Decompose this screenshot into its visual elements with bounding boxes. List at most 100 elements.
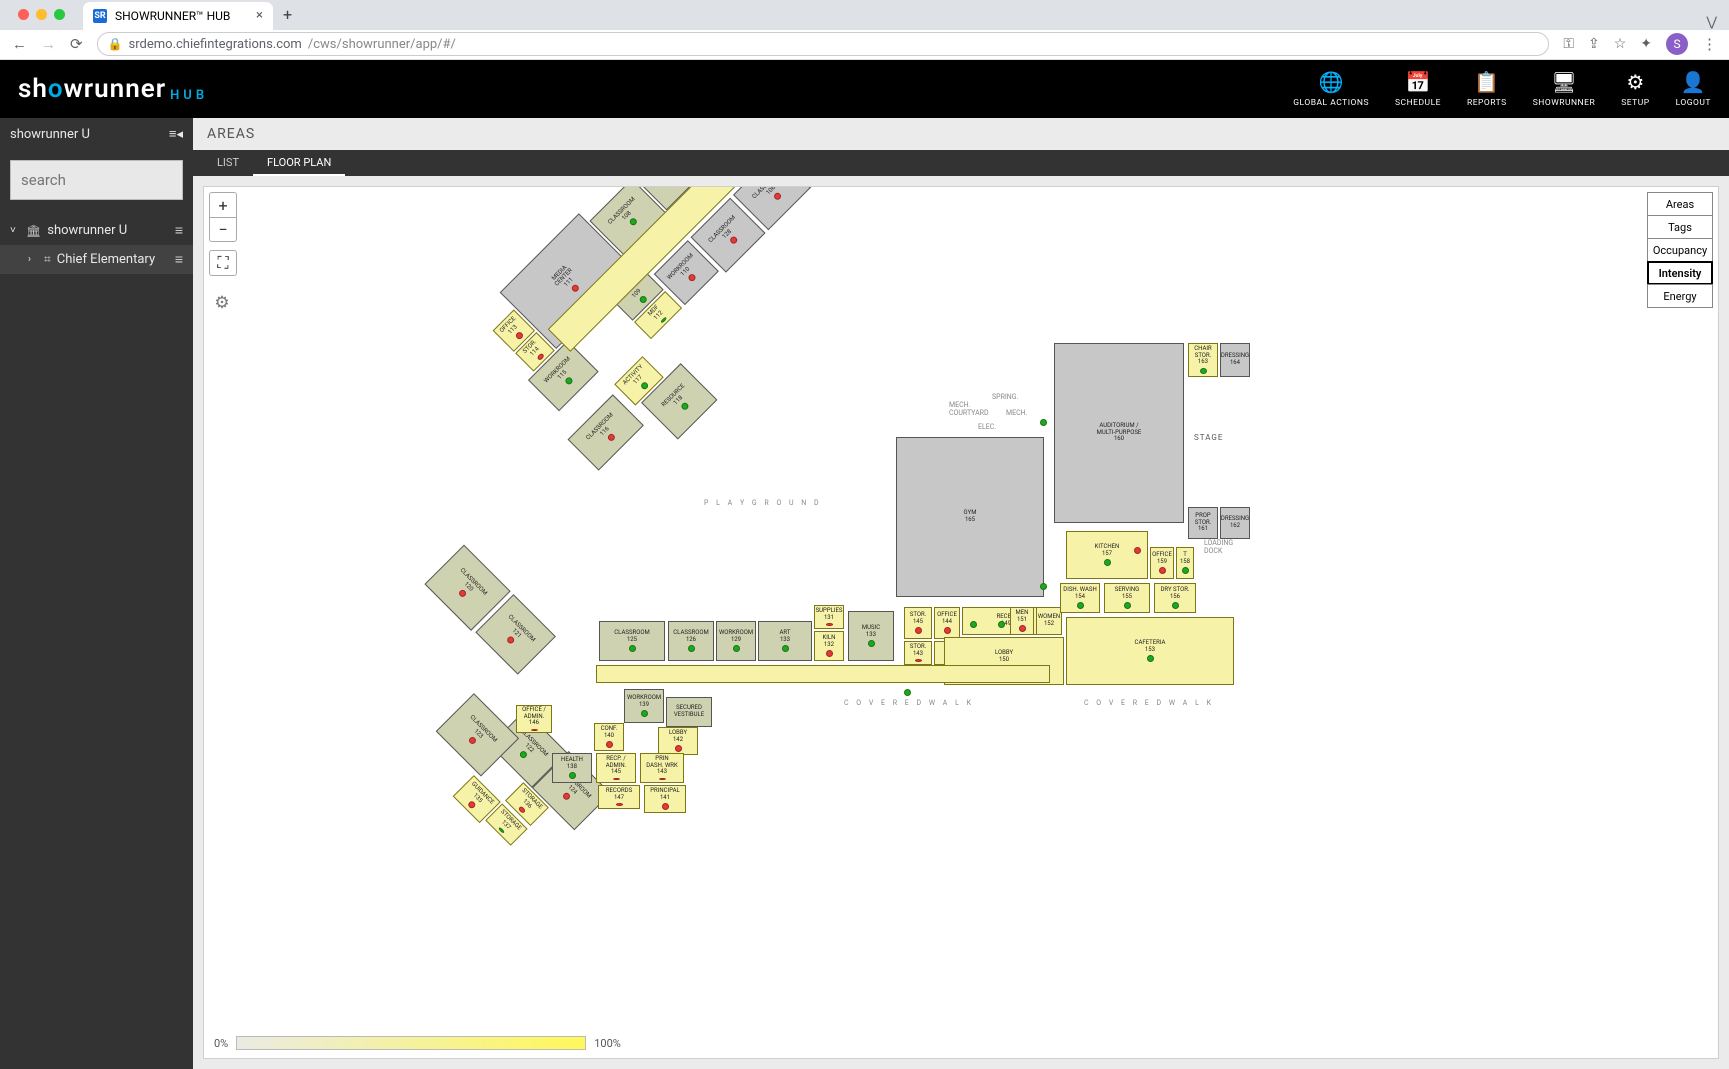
tab-dropdown-icon[interactable]: ⋁ (1694, 15, 1729, 30)
header-action-schedule[interactable]: 📅SCHEDULE (1395, 70, 1441, 108)
close-tab-icon[interactable]: × (256, 8, 263, 23)
chrome-menu-icon[interactable]: ⋮ (1702, 35, 1717, 53)
room-152[interactable]: WOMEN 152 (1036, 607, 1062, 635)
room-155[interactable]: SERVING 155 (1104, 583, 1150, 613)
search-box[interactable]: 🔍 (10, 160, 183, 200)
window-controls[interactable] (8, 0, 75, 30)
maximize-window-icon[interactable] (54, 9, 65, 20)
room-151[interactable]: MEN 151 (1010, 607, 1034, 635)
room-126[interactable]: CLASSROOM 126 (668, 621, 714, 661)
sidebar-collapse-icon[interactable]: ≡◂ (169, 126, 183, 142)
room-147[interactable]: RECORDS 147 (598, 785, 640, 809)
sidebar-item-chief-elementary[interactable]: ›⌗Chief Elementary≡ (0, 245, 193, 274)
room-138[interactable]: HEALTH 138 (552, 753, 592, 783)
room-165[interactable]: GYM 165 (896, 437, 1044, 597)
room-141[interactable]: PRINCIPAL 141 (644, 785, 686, 813)
room-154[interactable]: DISH. WASH 154 (1060, 583, 1100, 613)
room-label: CLASSROOM 128 (708, 215, 742, 249)
header-action-reports[interactable]: 📋REPORTS (1467, 70, 1507, 108)
room-label: WORKROOM 139 (627, 695, 661, 708)
browser-tab[interactable]: SR SHOWRUNNER™ HUB × (83, 2, 273, 30)
layer-toggles: AreasTagsOccupancyIntensityEnergy (1647, 192, 1713, 307)
room-156[interactable]: DRY STOR. 156 (1154, 583, 1196, 613)
room-142[interactable]: LOBBY 142 (658, 727, 698, 755)
key-icon[interactable]: ⚿ (1563, 36, 1574, 52)
room-132[interactable]: KILN 132 (814, 631, 844, 661)
back-button[interactable]: ← (12, 35, 27, 53)
extensions-icon[interactable]: ✦ (1640, 36, 1652, 52)
sidebar-item-showrunner-u[interactable]: ˅🏛showrunner U≡ (0, 216, 193, 245)
layer-toggle-areas[interactable]: Areas (1647, 192, 1713, 216)
room-129[interactable]: WORKROOM 129 (716, 621, 756, 661)
room-label: RECORDS 147 (606, 788, 632, 801)
room-144[interactable]: OFFICE 144 (934, 607, 960, 639)
tab-floor-plan[interactable]: FLOOR PLAN (253, 150, 345, 176)
map-settings-button[interactable]: ⚙ (209, 290, 235, 316)
bookmark-icon[interactable]: ☆ (1614, 36, 1627, 52)
status-dot (826, 623, 833, 626)
header-action-label: SCHEDULE (1395, 98, 1441, 108)
tab-list[interactable]: LIST (203, 150, 253, 176)
room-123[interactable]: CLASSROOM 123 (436, 693, 519, 776)
header-action-showrunner[interactable]: 🖥SHOWRUNNER (1533, 70, 1595, 108)
menu-icon[interactable]: ≡ (175, 251, 183, 268)
layer-toggle-tags[interactable]: Tags (1647, 215, 1713, 239)
header-action-label: GLOBAL ACTIONS (1293, 98, 1369, 108)
header-action-global-actions[interactable]: 🌐GLOBAL ACTIONS (1293, 70, 1369, 108)
logo-o-icon: o (48, 74, 64, 104)
room-116[interactable]: CLASSROOM 116 (568, 394, 644, 470)
zoom-in-button[interactable]: + (210, 193, 236, 217)
floorplan-canvas[interactable]: CLASSROOM 101CLASSROOM 102CLASSROOM 103C… (203, 186, 1719, 1059)
fullscreen-button[interactable]: ⛶ (210, 251, 236, 275)
status-dot (675, 745, 682, 752)
zoom-out-button[interactable]: − (210, 217, 236, 241)
address-bar[interactable]: 🔒 srdemo.chiefintegrations.com/cws/showr… (97, 32, 1550, 56)
room-158[interactable]: T 158 (1176, 547, 1194, 579)
room-133[interactable]: MUSIC 133 (848, 611, 894, 661)
room-153[interactable]: CAFETERIA 153 (1066, 617, 1234, 685)
header-action-setup[interactable]: ⚙SETUP (1621, 70, 1649, 108)
room-label: ART 133 (780, 630, 791, 643)
room-159[interactable]: OFFICE 159 (1150, 547, 1174, 579)
status-dot (641, 710, 648, 717)
layer-toggle-energy[interactable]: Energy (1647, 284, 1713, 308)
room-131[interactable]: SUPPLIES 131 (814, 605, 844, 629)
status-dot (564, 376, 574, 386)
menu-icon[interactable]: ≡ (175, 222, 183, 239)
status-dot (904, 689, 911, 696)
status-dot (659, 778, 666, 780)
room-146[interactable]: OFFICE / ADMIN. 146 (516, 705, 552, 733)
room-143[interactable]: PRIN DASH. WRK 143 (640, 753, 684, 783)
room-161[interactable]: PROP STOR. 161 (1188, 507, 1218, 539)
room-163[interactable]: CHAIR STOR. 163 (1188, 343, 1218, 377)
room-157[interactable]: KITCHEN 157 (1066, 531, 1148, 579)
room-140[interactable]: CONF. 140 (594, 723, 624, 751)
app-header: showrunner HUB 🌐GLOBAL ACTIONS📅SCHEDULE📋… (0, 60, 1729, 118)
search-input[interactable] (21, 171, 220, 189)
room-164[interactable]: DRESSING 164 (1220, 343, 1250, 377)
room-160[interactable]: AUDITORIUM / MULTI-PURPOSE 160 (1054, 343, 1184, 523)
room-125[interactable]: CLASSROOM 125 (599, 621, 665, 661)
url-host: srdemo.chiefintegrations.com (129, 37, 302, 52)
status-dot (1200, 368, 1207, 374)
room-143[interactable]: STOR. 143 (904, 641, 932, 665)
forward-button[interactable]: → (41, 35, 56, 53)
reload-button[interactable]: ⟳ (70, 35, 83, 53)
close-window-icon[interactable] (18, 9, 29, 20)
room-145[interactable]: STOR. 145 (904, 607, 932, 639)
layer-toggle-occupancy[interactable]: Occupancy (1647, 238, 1713, 262)
share-icon[interactable]: ⇪ (1588, 36, 1600, 52)
room-VESTIBULE[interactable]: SECURED VESTIBULE (666, 697, 712, 727)
room-corridor[interactable] (596, 665, 1050, 683)
room-145[interactable]: RECP. / ADMIN. 145 (596, 753, 636, 783)
header-action-logout[interactable]: 👤LOGOUT (1676, 70, 1711, 108)
room-label: AUDITORIUM / MULTI-PURPOSE 160 (1097, 423, 1142, 443)
room-133[interactable]: ART 133 (758, 621, 812, 661)
room-162[interactable]: DRESSING 162 (1220, 507, 1250, 539)
status-dot (1040, 419, 1047, 426)
new-tab-button[interactable]: + (273, 5, 302, 24)
minimize-window-icon[interactable] (36, 9, 47, 20)
room-139[interactable]: WORKROOM 139 (624, 689, 664, 723)
profile-avatar[interactable]: S (1666, 33, 1688, 55)
layer-toggle-intensity[interactable]: Intensity (1647, 261, 1713, 285)
